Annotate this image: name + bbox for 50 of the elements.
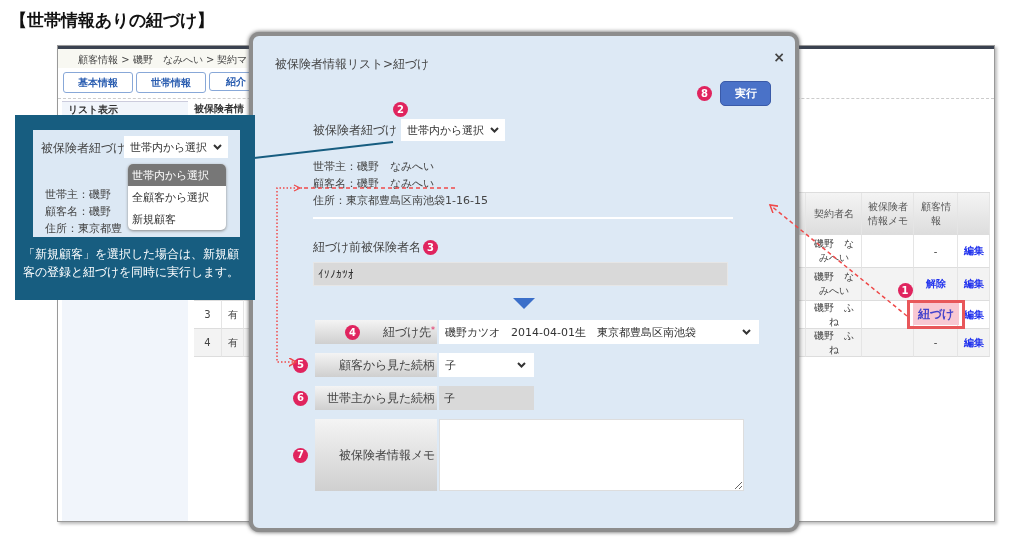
link-button[interactable]: 紐づけ [912, 303, 959, 325]
section-title: 被保険者情 [194, 102, 244, 116]
table-cell: 磯野 ふね [806, 329, 862, 357]
callout-note: 「新規顧客」を選択した場合は、新規顧客の登録と紐づけを同時に実行します。 [23, 246, 240, 281]
info-text: 住所：東京都豊 [45, 221, 122, 237]
info-text: 顧客名：磯野 なみへい [313, 176, 434, 192]
number-marker: 2 [393, 102, 408, 117]
number-marker: 8 [697, 86, 712, 101]
tab[interactable]: 世帯情報 [136, 72, 206, 93]
select-field[interactable]: 磯野カツオ 2014-04-01生 東京都豊島区南池袋 [439, 320, 759, 344]
dropdown-option[interactable]: 新規顧客 [128, 208, 226, 230]
number-marker: 3 [423, 240, 438, 255]
field-label-text: 顧客から見た続柄 [339, 356, 435, 374]
number-marker: 6 [293, 390, 308, 406]
tab[interactable]: 基本情報 [63, 72, 133, 93]
sidebar-heading: リスト表示 [67, 103, 119, 117]
modal-title: 被保険者情報リスト>紐づけ [275, 56, 430, 73]
readonly-field: ｲｿﾉｶﾂｵ [313, 262, 728, 286]
info-text: 世帯主：磯野 なみへい [313, 159, 434, 175]
run-button[interactable]: 実行 [720, 81, 771, 106]
number-marker: 7 [293, 447, 308, 463]
readonly-field: 子 [439, 386, 534, 410]
select-field[interactable]: 子 [439, 353, 534, 377]
link-type-select[interactable]: 世帯内から選択 [124, 136, 228, 158]
table-cell: 有 [222, 329, 244, 357]
edit-link[interactable]: 編集 [963, 244, 984, 258]
info-text: 顧客名：磯野 [45, 204, 112, 220]
number-marker: 4 [345, 325, 360, 340]
breadcrumb: 顧客情報 > 磯野 なみへい > 契約マ [58, 49, 248, 68]
info-text: 住所：東京都豊島区南池袋1-16-15 [313, 193, 488, 209]
field-label: 被保険者紐づけ [313, 121, 397, 139]
required-mark: * [431, 326, 435, 335]
field-label-text: 紐づけ先 [383, 323, 431, 341]
table-header-cell: 顧客情報 [914, 193, 958, 235]
table-header-cell: 被保険者情報メモ [862, 193, 914, 235]
table-cell: 磯野 なみへい [806, 268, 862, 301]
table-cell: - [914, 329, 958, 357]
number-marker: 5 [293, 357, 308, 373]
dropdown-option[interactable]: 全顧客から選択 [128, 186, 226, 208]
field-label: 被保険者紐づけ [41, 140, 125, 157]
dropdown-option[interactable]: 世帯内から選択 [128, 164, 226, 186]
field-label-text: 被保険者情報メモ [339, 446, 435, 464]
field-label-text: 世帯主から見た続柄 [327, 389, 435, 407]
info-text: 世帯主：磯野 [45, 187, 112, 203]
page-title: 【世帯情報ありの紐づけ】 [9, 9, 214, 32]
table-cell: 4 [194, 329, 222, 357]
table-header-cell: 契約者名 [806, 193, 862, 235]
close-button[interactable]: × [773, 49, 785, 65]
field-label: 紐づけ前被保険者名 [313, 239, 421, 256]
link-type-select[interactable]: 世帯内から選択 [401, 119, 505, 141]
